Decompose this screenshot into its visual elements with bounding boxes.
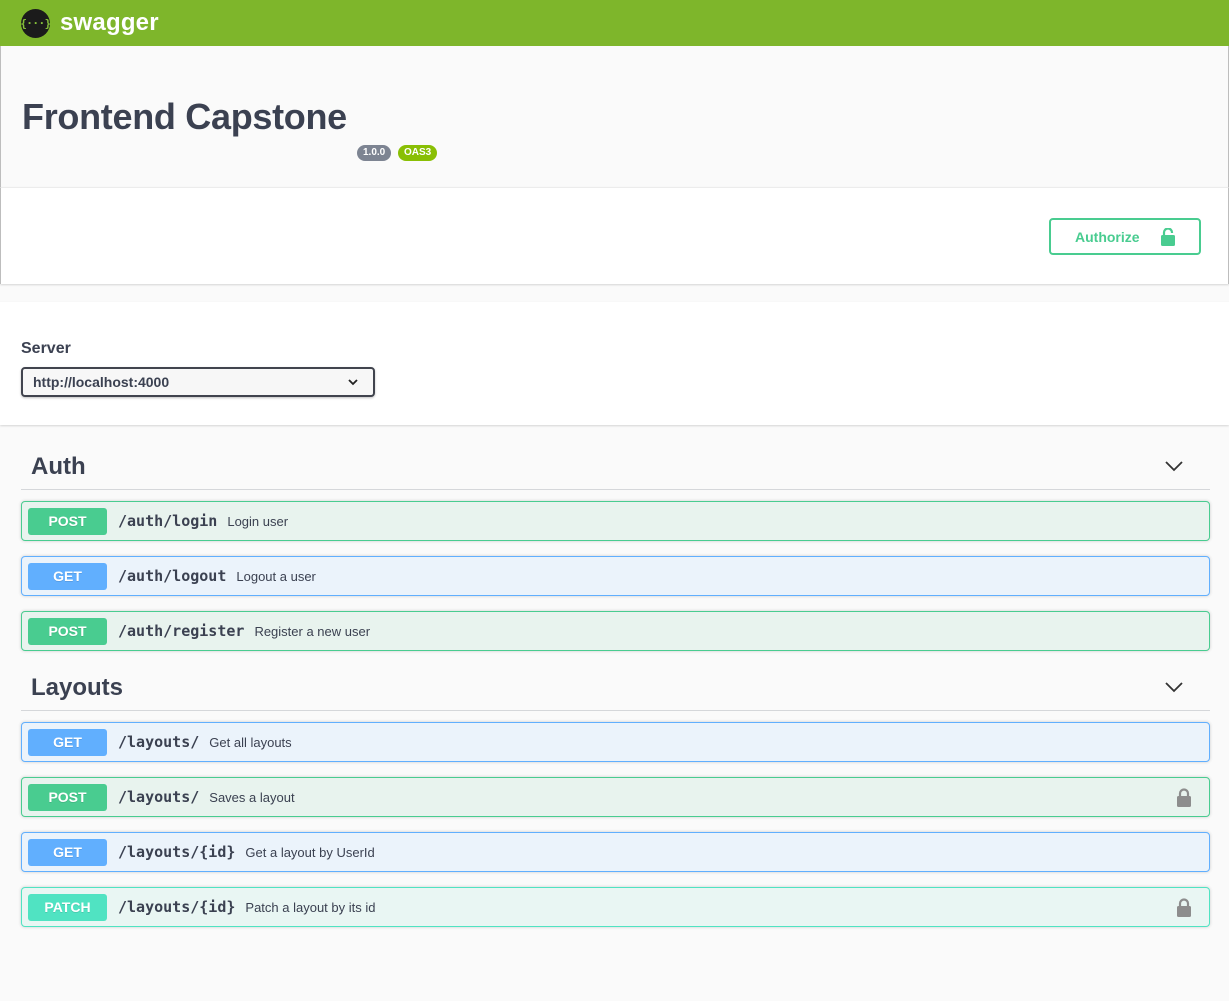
operation-summary: Logout a user	[236, 568, 316, 584]
unlock-icon	[1161, 228, 1175, 246]
operation-post[interactable]: POST/layouts/Saves a layout	[21, 777, 1210, 817]
api-info: Frontend Capstone 1.0.0 OAS3	[0, 46, 1229, 187]
chevron-down-icon	[348, 379, 358, 386]
method-badge: GET	[28, 838, 107, 866]
method-badge: GET	[28, 728, 107, 756]
operation-summary: Saves a layout	[209, 789, 295, 805]
topbar: {···} swagger	[0, 0, 1229, 46]
server-select-value: http://localhost:4000	[33, 374, 170, 390]
chevron-down-icon[interactable]	[1164, 680, 1184, 699]
lock-icon[interactable]	[1176, 788, 1192, 812]
operation-path: /layouts/	[118, 733, 200, 751]
operation-patch[interactable]: PATCH/layouts/{id} Patch a layout by its …	[21, 887, 1210, 927]
operation-path: /auth/register	[118, 622, 245, 640]
brand-name[interactable]: swagger	[60, 9, 159, 37]
operation-get[interactable]: GET/auth/logout Logout a user	[21, 556, 1210, 596]
operation-path: /auth/login	[118, 512, 218, 530]
servers-label: Server	[21, 340, 71, 357]
authorize-label: Authorize	[1075, 228, 1140, 245]
oas-badge: OAS3	[398, 145, 438, 161]
chevron-down-icon[interactable]	[1164, 459, 1184, 478]
operation-path: /layouts/{id}	[118, 843, 236, 861]
operation-summary: Get a layout by UserId	[245, 844, 375, 860]
swagger-logo-icon[interactable]: {···}	[20, 8, 51, 38]
authorize-button[interactable]: Authorize	[1049, 218, 1201, 255]
servers-section: Server http://localhost:4000	[0, 302, 1229, 425]
method-badge: GET	[28, 562, 107, 590]
tag-section-auth[interactable]: Auth	[21, 446, 1210, 490]
operation-path: /layouts/{id}	[118, 898, 236, 916]
tag-section-layouts[interactable]: Layouts	[21, 667, 1210, 711]
method-badge: POST	[28, 507, 107, 535]
page-title: Frontend Capstone	[22, 96, 347, 137]
method-badge: POST	[28, 783, 107, 811]
tag-title[interactable]: Auth	[31, 453, 86, 481]
operation-summary: Get all layouts	[209, 734, 292, 750]
operation-get[interactable]: GET/layouts/{id} Get a layout by UserId	[21, 832, 1210, 872]
tag-title[interactable]: Layouts	[31, 674, 123, 702]
method-badge: PATCH	[28, 893, 107, 921]
authorize-section: Authorize	[0, 187, 1229, 284]
server-select[interactable]: http://localhost:4000	[21, 367, 375, 397]
operation-path: /layouts/	[118, 788, 200, 806]
operation-summary: Login user	[227, 513, 289, 529]
lock-icon[interactable]	[1176, 898, 1192, 922]
operation-summary: Register a new user	[254, 623, 371, 639]
operation-post[interactable]: POST/auth/register Register a new user	[21, 611, 1210, 651]
operation-path: /auth/logout	[118, 567, 227, 585]
operation-summary: Patch a layout by its id	[245, 899, 376, 915]
version-badge: 1.0.0	[357, 145, 392, 161]
method-badge: POST	[28, 617, 107, 645]
operation-get[interactable]: GET/layouts/Get all layouts	[21, 722, 1210, 762]
operation-post[interactable]: POST/auth/login Login user	[21, 501, 1210, 541]
